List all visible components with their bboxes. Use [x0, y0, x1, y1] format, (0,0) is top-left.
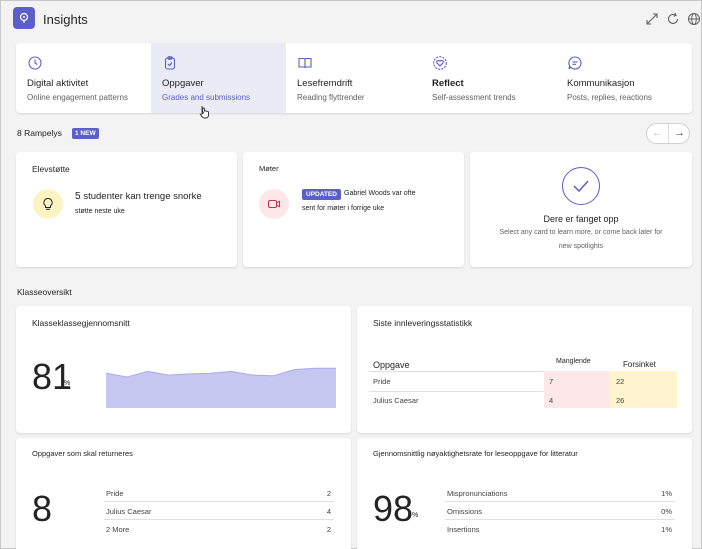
class-overview-heading: Klasseoversikt	[17, 287, 72, 297]
list-item-value: 2	[326, 489, 331, 498]
row-assignment: Julius Caesar	[373, 396, 419, 405]
assignments-to-return-card[interactable]: Oppgaver som skal returneres 8 Pride 2 J…	[16, 438, 351, 549]
row-missing: 4	[549, 396, 554, 405]
spotlights-heading: 8 Rampelys	[17, 128, 62, 138]
card-title: Oppgaver som skal returneres	[32, 449, 133, 458]
reading-accuracy-card[interactable]: Gjennomsnittlig nøyaktighetsrate for les…	[357, 438, 692, 549]
card-title: Elevstøtte	[32, 164, 70, 174]
clock-icon	[27, 55, 43, 71]
spotlight-card-caught-up: Dere er fanget opp Select any card to le…	[470, 152, 692, 267]
card-title: Siste innleveringsstatistikk	[373, 318, 473, 328]
card-title: Møter	[259, 164, 279, 173]
list-item-value: 1%	[661, 525, 672, 534]
chat-icon	[567, 55, 583, 71]
tab-communication[interactable]: Kommunikasjon Posts, replies, reactions	[556, 43, 692, 113]
percent-sign: %	[412, 512, 419, 519]
tab-label: Reflect	[432, 78, 464, 89]
spotlight-card-meetings[interactable]: Møter UPDATED Gabriel Woods var ofte sen…	[243, 152, 464, 267]
list-item-name: Pride	[106, 489, 124, 498]
tab-assignments[interactable]: Oppgaver Grades and submissions	[151, 43, 286, 119]
tab-sublabel: Grades and submissions	[162, 93, 251, 102]
refresh-icon[interactable]	[666, 12, 680, 26]
clipboard-icon	[162, 55, 178, 71]
meetings-text: Gabriel Woods var ofte	[344, 190, 416, 197]
row-late: 22	[616, 377, 625, 386]
lightbulb-icon	[33, 189, 63, 219]
col-assignment-header: Oppgave	[373, 360, 410, 370]
row-divider	[104, 519, 334, 520]
support-text-2: støtte neste uke	[75, 208, 125, 215]
to-return-value: 8	[32, 488, 53, 529]
tab-label: Kommunikasjon	[567, 78, 635, 89]
trend-area	[106, 368, 336, 408]
insights-tabs: Digital aktivitet Online engagement patt…	[16, 43, 692, 119]
spotlight-pager: ← →	[646, 123, 690, 144]
previous-arrow-icon[interactable]: ←	[647, 124, 668, 143]
caught-up-title: Dere er fanget opp	[543, 214, 619, 224]
tab-label: Lesefremdrift	[297, 78, 353, 89]
tab-sublabel: Online engagement patterns	[27, 93, 128, 102]
tab-digital-activity[interactable]: Digital aktivitet Online engagement patt…	[16, 43, 151, 113]
row-missing: 7	[549, 377, 554, 386]
tab-sublabel: Posts, replies, reactions	[567, 93, 652, 102]
card-title: Klasseklassegjennomsnitt	[32, 318, 130, 328]
student-count: 5	[75, 191, 81, 202]
tab-label: Oppgaver	[162, 78, 204, 89]
tab-label: Digital aktivitet	[27, 78, 89, 89]
checkmark-icon	[562, 167, 600, 205]
spotlight-card-student-support[interactable]: Elevstøtte 5 studenter kan trenge snorke…	[16, 152, 237, 267]
updated-badge: UPDATED	[302, 189, 341, 200]
col-missing-header: Manglende	[556, 358, 591, 365]
list-item-value: 4	[326, 507, 331, 516]
row-divider	[445, 501, 675, 502]
caught-up-text-2: new spotlights	[558, 243, 604, 250]
class-average-trend-chart	[106, 367, 336, 408]
video-camera-icon	[259, 189, 289, 219]
app-title: Insights	[43, 12, 88, 27]
row-divider	[104, 501, 334, 502]
list-item-value: 1%	[661, 489, 672, 498]
class-average-value: 81	[32, 356, 73, 397]
caught-up-text: Select any card to learn more, or come b…	[499, 229, 663, 236]
row-divider	[445, 519, 675, 520]
col-late-header: Forsinket	[623, 360, 656, 369]
percent-sign: %	[64, 380, 71, 387]
new-badge: 1 NEW	[72, 128, 99, 139]
tab-sublabel: Reading flyttrender	[297, 93, 365, 102]
list-item-value: 2	[326, 525, 331, 534]
row-assignment: Pride	[373, 377, 391, 386]
tab-reflect[interactable]: Reflect Self-assessment trends	[421, 43, 556, 113]
list-item-name: Insertions	[447, 525, 480, 534]
class-average-card[interactable]: Klasseklassegjennomsnitt 81 %	[16, 306, 351, 433]
globe-icon[interactable]	[687, 12, 701, 26]
list-item-name: Julius Caesar	[106, 507, 152, 516]
tab-sublabel: Self-assessment trends	[432, 93, 516, 102]
expand-icon[interactable]	[645, 12, 659, 26]
missing-cell	[544, 371, 610, 391]
meetings-text-2: sent for møter i forrige uke	[302, 205, 385, 212]
tab-reading-progress[interactable]: Lesefremdrift Reading flyttrender	[286, 43, 421, 113]
accuracy-value: 98	[373, 488, 414, 529]
list-item-name: 2 More	[106, 525, 130, 534]
mouse-cursor-icon	[199, 105, 211, 124]
title-bar: Insights	[1, 1, 701, 37]
card-title: Gjennomsnittlig nøyaktighetsrate for les…	[373, 449, 578, 458]
submission-stats-card[interactable]: Siste innleveringsstatistikk Oppgave Man…	[357, 306, 692, 433]
list-item-name: Omissions	[447, 507, 483, 516]
heart-icon	[432, 55, 448, 71]
support-text: studenter kan trenge snorke	[83, 191, 202, 202]
next-arrow-icon[interactable]: →	[669, 124, 690, 143]
list-item-value: 0%	[661, 507, 672, 516]
book-icon	[297, 55, 313, 71]
row-late: 26	[616, 396, 625, 405]
missing-cell	[544, 391, 610, 408]
insights-app-icon	[13, 7, 35, 29]
list-item-name: Mispronunciations	[447, 489, 508, 498]
